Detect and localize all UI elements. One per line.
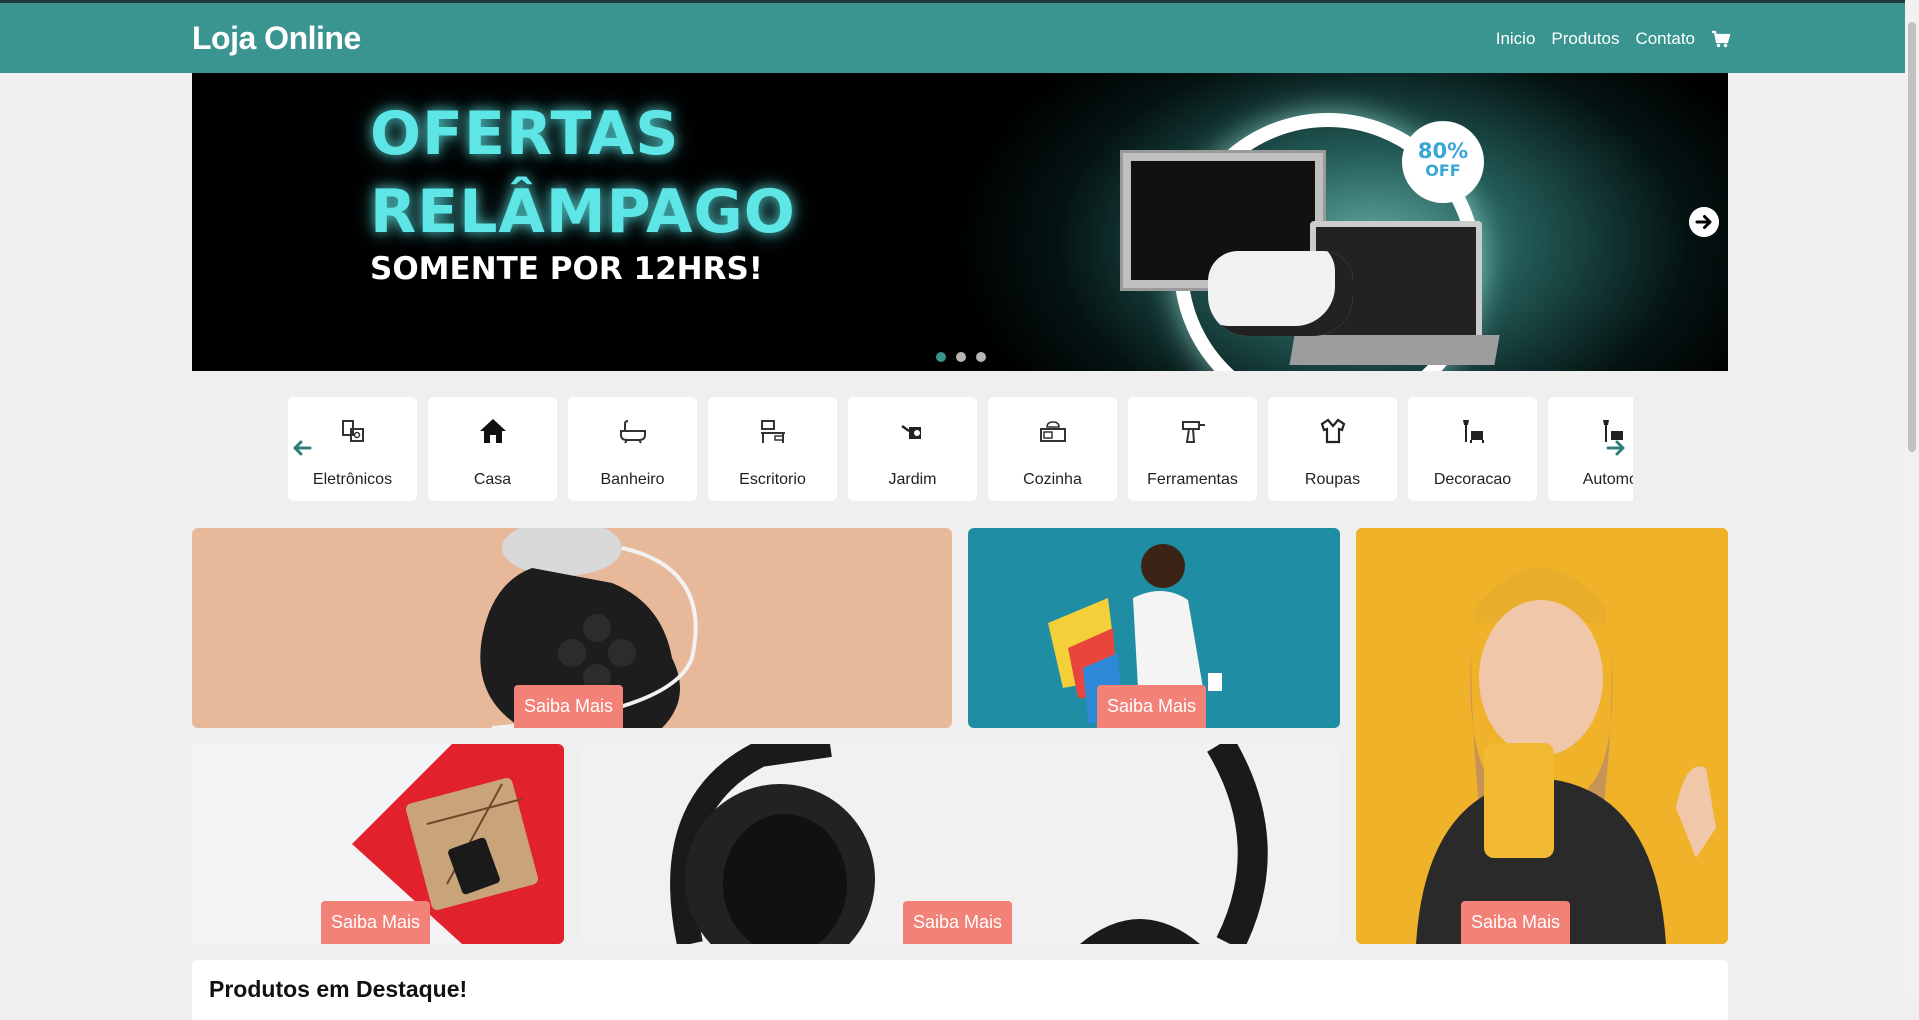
featured-products-title: Produtos em Destaque! <box>209 976 468 1002</box>
nav-link-produtos[interactable]: Produtos <box>1551 29 1619 49</box>
nav-links: Inicio Produtos Contato <box>1496 29 1731 49</box>
kitchen-icon <box>1039 421 1066 442</box>
carousel-dot-3[interactable] <box>976 352 986 362</box>
nav-link-inicio[interactable]: Inicio <box>1496 29 1536 49</box>
category-next-arrow-icon[interactable] <box>1604 436 1628 460</box>
carousel-dot-1[interactable] <box>936 352 946 362</box>
category-label: Eletrônicos <box>312 471 393 488</box>
carousel-indicators <box>936 352 986 362</box>
promo-tile-black-friday-gift[interactable]: Saiba Mais <box>192 744 564 944</box>
bathtub-icon <box>619 420 646 444</box>
electronics-icon <box>341 420 364 442</box>
category-label: Decoracao <box>1433 471 1512 488</box>
category-card-casa[interactable]: Casa <box>428 397 557 501</box>
category-label: Ferramentas <box>1147 471 1238 488</box>
category-card-jardim[interactable]: Jardim <box>848 397 977 501</box>
featured-products-section: Produtos em Destaque! <box>192 960 1728 1020</box>
category-card-escritorio[interactable]: Escritorio <box>708 397 837 501</box>
saiba-mais-button[interactable]: Saiba Mais <box>514 685 624 728</box>
page-scrollbar[interactable] <box>1905 0 1919 997</box>
brand-logo[interactable]: Loja Online <box>192 20 361 57</box>
discount-badge-off: OFF <box>1425 161 1461 180</box>
shirt-icon <box>1320 418 1345 444</box>
discount-badge-percent: 80% <box>1417 139 1469 163</box>
laptop-keyboard-image <box>1289 335 1500 365</box>
saiba-mais-button[interactable]: Saiba Mais <box>1097 685 1207 728</box>
category-prev-arrow-icon[interactable] <box>290 436 314 460</box>
category-label: Escritorio <box>739 471 806 488</box>
hero-title-line1: OFERTAS <box>370 99 680 169</box>
hero-subtitle: SOMENTE POR 12HRS! <box>370 251 763 287</box>
hero-title-line2: RELÂMPAGO <box>370 177 796 247</box>
cart-icon[interactable] <box>1711 30 1731 48</box>
house-icon <box>479 419 506 443</box>
lamp-chair-icon <box>1462 420 1484 443</box>
category-label: Jardim <box>888 471 937 488</box>
promo-tile-shopping[interactable]: Saiba Mais <box>968 528 1340 728</box>
saiba-mais-button[interactable]: Saiba Mais <box>1461 901 1571 944</box>
office-desk-icon <box>760 420 785 443</box>
drill-icon <box>1181 421 1205 443</box>
category-card-banheiro[interactable]: Banheiro <box>568 397 697 501</box>
promo-tile-headphones[interactable]: Saiba Mais <box>580 744 1340 944</box>
promo-tile-phone-woman[interactable]: Saiba Mais <box>1356 528 1728 944</box>
woman-with-phone-image <box>1416 568 1716 944</box>
category-card-cozinha[interactable]: Cozinha <box>988 397 1117 501</box>
category-card-decoracao[interactable]: Decoracao <box>1408 397 1537 501</box>
category-label: Cozinha <box>1023 471 1082 488</box>
saiba-mais-button[interactable]: Saiba Mais <box>321 901 431 944</box>
category-card-ferramentas[interactable]: Ferramentas <box>1128 397 1257 501</box>
nav-link-contato[interactable]: Contato <box>1635 29 1695 49</box>
category-label: Casa <box>473 471 512 488</box>
category-carousel: Eletrônicos Casa Banheiro Escritorio Jar… <box>288 397 1633 501</box>
vr-headset-image <box>1208 251 1353 336</box>
hero-title: OFERTAS RELÂMPAGO <box>370 95 796 251</box>
category-label: Automot <box>1582 471 1633 488</box>
carousel-dot-2[interactable] <box>956 352 966 362</box>
navbar: Loja Online Inicio Produtos Contato <box>0 3 1919 73</box>
category-label: Roupas <box>1304 471 1361 488</box>
category-label: Banheiro <box>600 471 665 488</box>
carousel-next-arrow-icon[interactable] <box>1689 207 1719 237</box>
watering-can-icon <box>900 424 921 439</box>
discount-badge: 80% OFF <box>1402 121 1484 203</box>
category-card-roupas[interactable]: Roupas <box>1268 397 1397 501</box>
hero-carousel: OFERTAS RELÂMPAGO SOMENTE POR 12HRS! 80%… <box>192 73 1728 371</box>
saiba-mais-button[interactable]: Saiba Mais <box>903 901 1013 944</box>
promo-tile-gamepad[interactable]: Saiba Mais <box>192 528 952 728</box>
